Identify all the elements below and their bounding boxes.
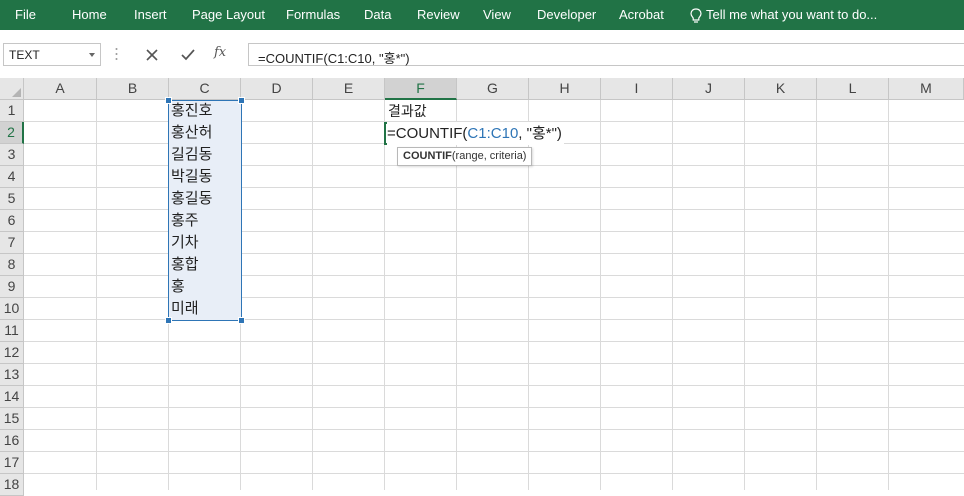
tab-home[interactable]: Home <box>72 0 107 30</box>
column-header-j[interactable]: J <box>673 78 745 100</box>
row-header-14[interactable]: 14 <box>0 386 24 408</box>
gridline <box>24 473 964 474</box>
tab-view[interactable]: View <box>483 0 511 30</box>
gridline <box>816 100 817 490</box>
chevron-down-icon[interactable] <box>89 53 95 57</box>
column-header-i[interactable]: I <box>601 78 673 100</box>
gridline <box>24 297 964 298</box>
tab-acrobat[interactable]: Acrobat <box>619 0 664 30</box>
column-header-k[interactable]: K <box>745 78 817 100</box>
gridline <box>888 100 889 490</box>
row-header-6[interactable]: 6 <box>0 210 24 232</box>
column-header-f[interactable]: F <box>385 78 457 100</box>
gridline <box>24 341 964 342</box>
tab-developer[interactable]: Developer <box>537 0 596 30</box>
gridline <box>24 385 964 386</box>
cell-c5[interactable]: 홍길동 <box>171 188 212 210</box>
tooltip-arguments: (range, criteria) <box>451 150 527 162</box>
name-box[interactable]: TEXT <box>3 43 101 66</box>
gridline <box>24 187 964 188</box>
column-header-g[interactable]: G <box>457 78 529 100</box>
tab-data[interactable]: Data <box>364 0 391 30</box>
gridline <box>24 253 964 254</box>
row-header-10[interactable]: 10 <box>0 298 24 320</box>
gridline <box>24 363 964 364</box>
enter-check-icon[interactable] <box>177 44 199 66</box>
row-header-17[interactable]: 17 <box>0 452 24 474</box>
row-header-9[interactable]: 9 <box>0 276 24 298</box>
worksheet-grid[interactable]: A B C D E F G H I J K L M 1 2 3 4 5 6 7 … <box>0 78 964 496</box>
column-header-l[interactable]: L <box>817 78 889 100</box>
cell-c7[interactable]: 기차 <box>171 232 199 254</box>
cell-f2-editing[interactable]: =COUNTIF(C1:C10, "홍*") <box>387 122 564 145</box>
row-header-1[interactable]: 1 <box>0 100 24 122</box>
cell-c4[interactable]: 박길동 <box>171 166 212 188</box>
tab-formulas[interactable]: Formulas <box>286 0 340 30</box>
gridline <box>672 100 673 490</box>
row-header-2[interactable]: 2 <box>0 122 24 144</box>
drag-handle-icon[interactable] <box>115 47 118 61</box>
gridline <box>24 451 964 452</box>
row-header-15[interactable]: 15 <box>0 408 24 430</box>
tab-page-layout[interactable]: Page Layout <box>192 0 265 30</box>
tab-file[interactable]: File <box>15 0 36 30</box>
tab-review[interactable]: Review <box>417 0 460 30</box>
edit-suffix: , "홍*") <box>518 125 562 142</box>
tooltip-function-name[interactable]: COUNTIF <box>403 150 452 162</box>
cell-c10[interactable]: 미래 <box>171 298 199 320</box>
row-header-4[interactable]: 4 <box>0 166 24 188</box>
cell-f1[interactable]: 결과값 <box>388 100 427 122</box>
column-header-d[interactable]: D <box>241 78 313 100</box>
gridline <box>744 100 745 490</box>
tab-insert[interactable]: Insert <box>134 0 167 30</box>
gridline <box>24 209 964 210</box>
cell-c1[interactable]: 홍진호 <box>171 100 212 122</box>
row-header-16[interactable]: 16 <box>0 430 24 452</box>
name-box-value: TEXT <box>9 48 40 62</box>
column-header-h[interactable]: H <box>529 78 601 100</box>
row-header-8[interactable]: 8 <box>0 254 24 276</box>
formula-input[interactable]: =COUNTIF(C1:C10, "홍*") <box>248 43 964 66</box>
formula-text: =COUNTIF(C1:C10, "홍*") <box>258 51 410 66</box>
gridline <box>24 275 964 276</box>
row-header-11[interactable]: 11 <box>0 320 24 342</box>
row-header-5[interactable]: 5 <box>0 188 24 210</box>
insert-function-fx-icon[interactable]: fx <box>214 45 236 67</box>
edit-prefix: =COUNTIF( <box>387 125 468 142</box>
cancel-x-icon[interactable] <box>141 44 163 66</box>
ribbon-tab-bar: File Home Insert Page Layout Formulas Da… <box>0 0 964 30</box>
cell-c6[interactable]: 홍주 <box>171 210 199 232</box>
row-header-13[interactable]: 13 <box>0 364 24 386</box>
tell-me-label: Tell me what you want to do... <box>706 7 878 22</box>
row-header-18[interactable]: 18 <box>0 474 24 496</box>
column-header-e[interactable]: E <box>313 78 385 100</box>
function-tooltip: COUNTIF(range, criteria) <box>397 147 533 166</box>
row-header-7[interactable]: 7 <box>0 232 24 254</box>
row-header-3[interactable]: 3 <box>0 144 24 166</box>
column-header-b[interactable]: B <box>97 78 169 100</box>
cell-c3[interactable]: 길김동 <box>171 144 212 166</box>
gridline <box>24 407 964 408</box>
gridline <box>312 100 313 490</box>
formula-bar: TEXT fx =COUNTIF(C1:C10, "홍*") <box>0 30 964 82</box>
range-handle[interactable] <box>238 317 245 324</box>
column-header-m[interactable]: M <box>889 78 964 100</box>
column-header-a[interactable]: A <box>24 78 97 100</box>
gridline <box>600 100 601 490</box>
gridline <box>24 429 964 430</box>
tell-me-search[interactable]: Tell me what you want to do... <box>690 0 877 30</box>
lightbulb-icon <box>690 7 702 23</box>
gridline <box>96 100 97 490</box>
cell-c9[interactable]: 홍 <box>171 276 185 298</box>
select-all-corner[interactable] <box>0 78 24 100</box>
column-header-c[interactable]: C <box>169 78 241 100</box>
row-header-12[interactable]: 12 <box>0 342 24 364</box>
cell-c8[interactable]: 홍합 <box>171 254 199 276</box>
gridline <box>24 231 964 232</box>
range-handle[interactable] <box>238 97 245 104</box>
cell-c2[interactable]: 홍산허 <box>171 122 212 144</box>
gridline <box>384 100 385 490</box>
edit-range-reference: C1:C10 <box>467 125 519 142</box>
